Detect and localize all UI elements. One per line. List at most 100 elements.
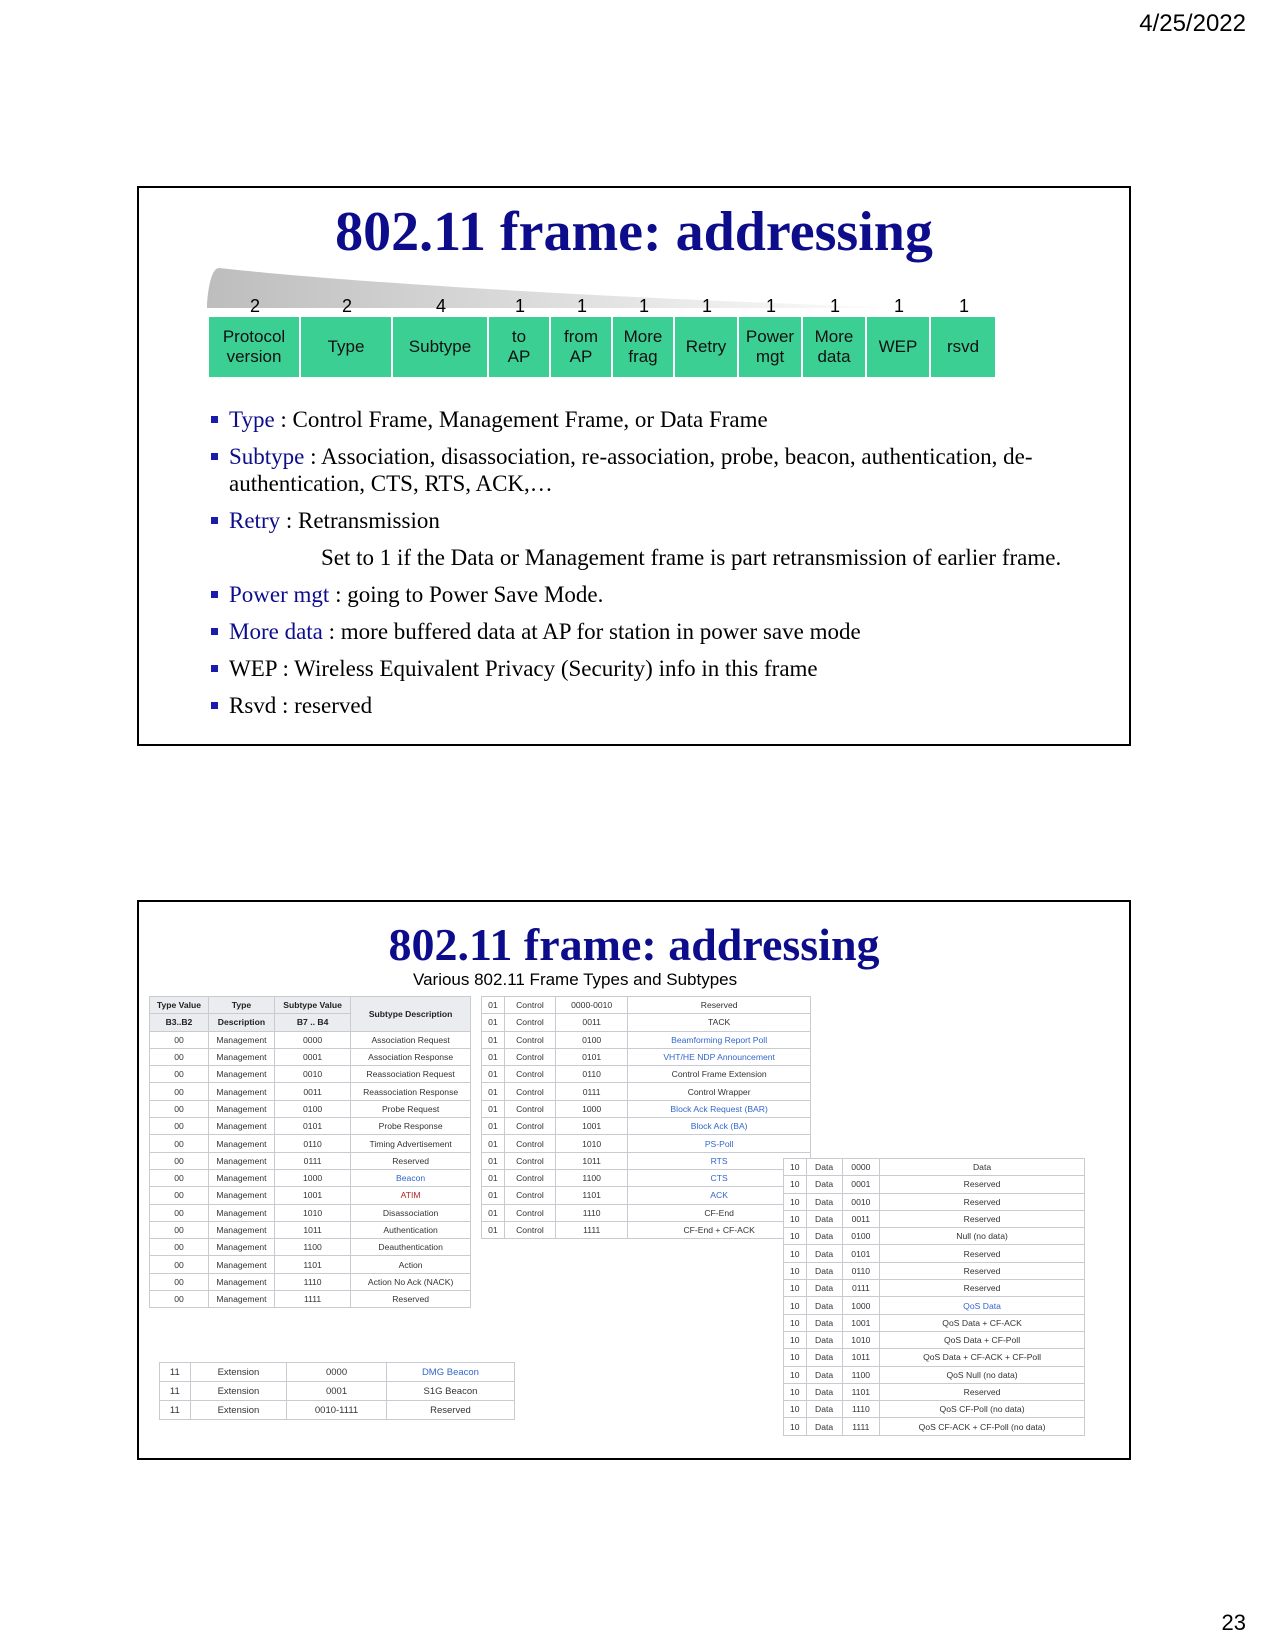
table-cell: Data: [805, 1209, 843, 1229]
table-cell: 1111: [273, 1290, 352, 1309]
table-cell: Management: [207, 1238, 275, 1257]
col-header: Type Value: [149, 995, 209, 1015]
slide-frame-types: 802.11 frame: addressing Various 802.11 …: [137, 900, 1131, 1460]
table-cell: 1000: [841, 1296, 881, 1315]
table-cell: Block Ack (BA): [627, 1117, 811, 1136]
table-cell: 0001: [841, 1175, 881, 1194]
table-cell: Management: [207, 1272, 275, 1292]
table-cell: Management: [207, 1047, 275, 1067]
table-cell: DMG Beacon: [385, 1362, 516, 1382]
table-cell: 00: [149, 1255, 209, 1274]
frame-field: More data: [803, 317, 867, 377]
table-cell: 10: [783, 1348, 807, 1367]
table-row: 10 Data 0111 Reserved: [783, 1279, 1085, 1298]
table-cell: Data: [805, 1382, 843, 1402]
table-cell: Management: [207, 1151, 275, 1170]
table-cell: 0101: [273, 1117, 352, 1136]
table-cell: 10: [783, 1330, 807, 1350]
table-cell: 01: [481, 1013, 505, 1032]
table-cell: 1101: [273, 1255, 352, 1274]
table-cell: Management: [207, 1082, 275, 1101]
frame-control-fields: Protocol version Type Subtype to AP from AP M…: [209, 317, 997, 377]
table-cell: 01: [481, 1203, 505, 1222]
table-cell: 01: [481, 1186, 505, 1205]
bullet-term: Power mgt: [229, 582, 330, 607]
bullet-term: Type: [229, 407, 275, 432]
table-cell: 10: [783, 1382, 807, 1402]
field-size: 2: [249, 296, 261, 316]
bullet-item: Rsvd : reserved: [211, 692, 1111, 719]
table-cell: 0000: [286, 1362, 387, 1382]
table-cell: Data: [805, 1348, 843, 1367]
table-cell: Management: [207, 1203, 275, 1222]
col-header: Type: [207, 995, 275, 1015]
bullet-item: Retry : Retransmission: [211, 507, 1111, 534]
table-cell: 1001: [555, 1117, 629, 1136]
table-cell: 0001: [273, 1047, 352, 1067]
table-row: 00 Management 0011 Reassociation Response: [149, 1082, 471, 1101]
bullet-text: : Association, disassociation, re-associ…: [229, 444, 1033, 496]
table-cell: 01: [481, 1117, 505, 1136]
table-cell: Control: [503, 1047, 557, 1067]
table-cell: 10: [783, 1261, 807, 1281]
table-cell: Data: [805, 1400, 843, 1419]
field-size: 4: [435, 296, 447, 316]
table-row: 10 Data 0101 Reserved: [783, 1244, 1085, 1263]
table-cell: 1011: [841, 1348, 881, 1367]
table-cell: Authentication: [350, 1220, 471, 1240]
table-cell: 00: [149, 1065, 209, 1084]
table-cell: 01: [481, 1099, 505, 1119]
table-cell: 01: [481, 1047, 505, 1067]
table-row: 10 Data 0110 Reserved: [783, 1261, 1085, 1281]
table-row: 10 Data 1011 QoS Data + CF-ACK + CF-Poll: [783, 1348, 1085, 1367]
bullet-item: More data : more buffered data at AP for…: [211, 618, 1111, 645]
table-cell: Reserved: [350, 1151, 471, 1170]
bullet-text: : more buffered data at AP for station i…: [322, 619, 861, 644]
table-cell: 1000: [273, 1168, 352, 1188]
table-row: 11 Extension 0001 S1G Beacon: [159, 1381, 516, 1401]
table-cell: 10: [783, 1227, 807, 1246]
table-cell: 00: [149, 1220, 209, 1240]
table-cell: Reserved: [350, 1290, 471, 1309]
field-description-list: Type : Control Frame, Management Frame, …: [211, 406, 1111, 729]
table-row: 10 Data 0011 Reserved: [783, 1209, 1085, 1229]
table-row: 00 Management 1001 ATIM: [149, 1186, 471, 1205]
table-row: 00 Management 1000 Beacon: [149, 1168, 471, 1188]
table-cell: Management: [207, 1290, 275, 1309]
table-cell: Reassociation Response: [350, 1082, 471, 1101]
field-size: 1: [829, 296, 841, 316]
table-cell: Management: [207, 1168, 275, 1188]
table-cell: 1000: [555, 1099, 629, 1119]
table-cell: Control: [503, 1134, 557, 1153]
table-row: 00 Management 1101 Action: [149, 1255, 471, 1274]
table-row: 00 Management 0000 Association Request: [149, 1030, 471, 1049]
frame-field: Protocol version: [209, 317, 301, 377]
table-row: 00 Management 0111 Reserved: [149, 1151, 471, 1170]
table-cell: QoS CF-ACK + CF-Poll (no data): [879, 1417, 1085, 1436]
table-cell: Data: [805, 1296, 843, 1315]
control-subtypes-table: 01 Control 0000-0010 Reserved 01 Control 0011 T…: [481, 995, 811, 1240]
table-row: 10 Data 0000 Data: [783, 1157, 1085, 1177]
table-cell: 10: [783, 1244, 807, 1263]
table-row: 00 Management 0100 Probe Request: [149, 1099, 471, 1119]
table-row: 11 Extension 0000 DMG Beacon: [159, 1362, 516, 1382]
bullet-term: Subtype: [229, 444, 305, 469]
table-row: 10 Data 1110 QoS CF-Poll (no data): [783, 1400, 1085, 1419]
table-cell: Data: [805, 1261, 843, 1281]
table-cell: 00: [149, 1134, 209, 1153]
table-cell: 00: [149, 1047, 209, 1067]
table-cell: Data: [805, 1157, 843, 1177]
table-cell: 0000-0010: [555, 995, 629, 1015]
table-cell: 0110: [841, 1261, 881, 1281]
table-cell: 01: [481, 995, 505, 1015]
table-row: 10 Data 0001 Reserved: [783, 1175, 1085, 1194]
frame-field: Subtype: [393, 317, 489, 377]
table-cell: 1101: [555, 1186, 629, 1205]
table-cell: 1110: [841, 1400, 881, 1419]
table-cell: Null (no data): [879, 1227, 1085, 1246]
table-caption: Various 802.11 Frame Types and Subtypes: [413, 970, 738, 989]
table-cell: Data: [879, 1157, 1085, 1177]
table-cell: 1110: [273, 1272, 352, 1292]
extension-subtypes-table: 11 Extension 0000 DMG Beacon 11 Extension 0001…: [159, 1362, 516, 1420]
bullet-text: WEP : Wireless Equivalent Privacy (Secur…: [229, 656, 818, 681]
